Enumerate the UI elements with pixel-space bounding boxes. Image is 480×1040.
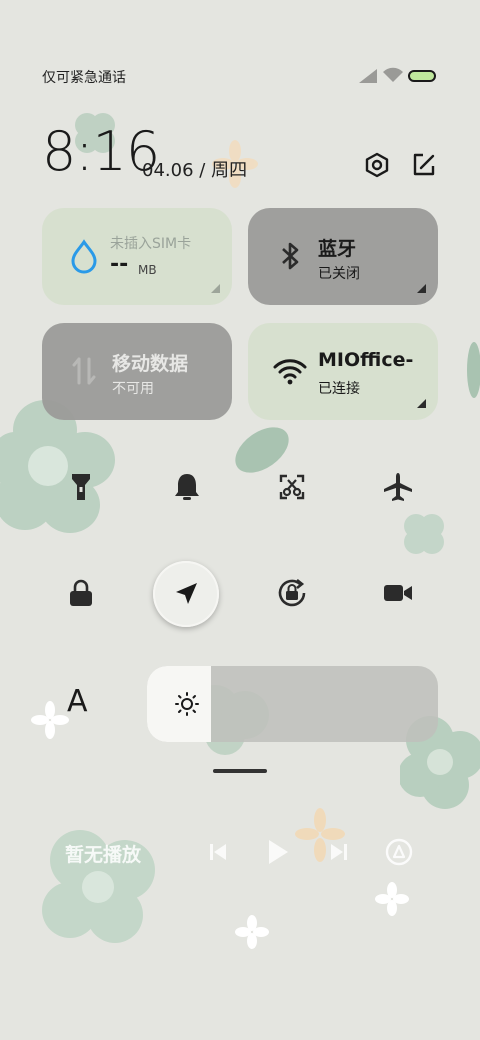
previous-icon[interactable] — [200, 834, 236, 870]
cast-icon[interactable] — [381, 834, 417, 870]
data-usage-tile[interactable]: 未插入SIM卡 -- MB — [42, 208, 232, 305]
video-icon[interactable] — [368, 563, 428, 623]
wifi-icon — [273, 359, 307, 385]
carrier-status-text: 仅可紧急通话 — [42, 70, 126, 86]
date-text: 04.06 / 周四 — [142, 156, 247, 182]
airplane-icon[interactable] — [368, 457, 428, 517]
location-icon[interactable] — [153, 561, 219, 627]
drag-handle[interactable] — [213, 769, 267, 773]
wifi-status: 已连接 — [318, 381, 360, 397]
bell-icon[interactable] — [157, 457, 217, 517]
flower-decoration — [404, 514, 444, 554]
mobile-data-status: 不可用 — [112, 381, 154, 397]
auto-brightness-button[interactable]: A — [67, 684, 88, 719]
water-drop-icon — [71, 239, 97, 274]
next-icon[interactable] — [321, 834, 357, 870]
bluetooth-icon — [282, 242, 299, 270]
settings-icon[interactable] — [362, 150, 392, 180]
mobile-data-tile[interactable]: 移动数据 不可用 — [42, 323, 232, 420]
bluetooth-tile[interactable]: 蓝牙 已关闭 — [248, 208, 438, 305]
star-flower-decoration — [375, 882, 409, 916]
signal-icon — [359, 69, 377, 83]
mobile-data-title: 移动数据 — [112, 353, 189, 375]
bluetooth-title: 蓝牙 — [318, 238, 357, 260]
weekday-value: 周四 — [211, 160, 248, 181]
date-value: 04.06 — [142, 160, 194, 181]
expand-corner-icon — [211, 284, 220, 293]
sun-icon — [175, 692, 199, 716]
data-usage-value: -- — [110, 252, 129, 277]
star-flower-decoration — [235, 915, 269, 949]
mobile-data-icon — [72, 357, 96, 385]
battery-icon — [408, 70, 436, 82]
lock-icon[interactable] — [51, 563, 111, 623]
flashlight-icon[interactable] — [51, 457, 111, 517]
sim-status-label: 未插入SIM卡 — [110, 236, 192, 252]
star-flower-decoration — [31, 701, 69, 739]
expand-corner-icon — [417, 284, 426, 293]
expand-corner-icon — [417, 399, 426, 408]
bluetooth-status: 已关闭 — [318, 266, 360, 282]
data-usage-unit: MB — [138, 263, 157, 277]
media-title: 暂无播放 — [65, 844, 142, 866]
leaf-decoration — [467, 342, 480, 398]
screenshot-icon[interactable] — [262, 457, 322, 517]
wifi-status-icon — [383, 67, 403, 82]
wifi-tile[interactable]: MIOffice- 已连接 — [248, 323, 438, 420]
play-icon[interactable] — [260, 834, 296, 870]
date-separator: / — [199, 160, 206, 181]
wifi-network-name: MIOffice- — [318, 349, 414, 371]
rotation-lock-icon[interactable] — [262, 563, 322, 623]
brightness-slider[interactable] — [147, 666, 438, 742]
edit-icon[interactable] — [409, 150, 439, 180]
